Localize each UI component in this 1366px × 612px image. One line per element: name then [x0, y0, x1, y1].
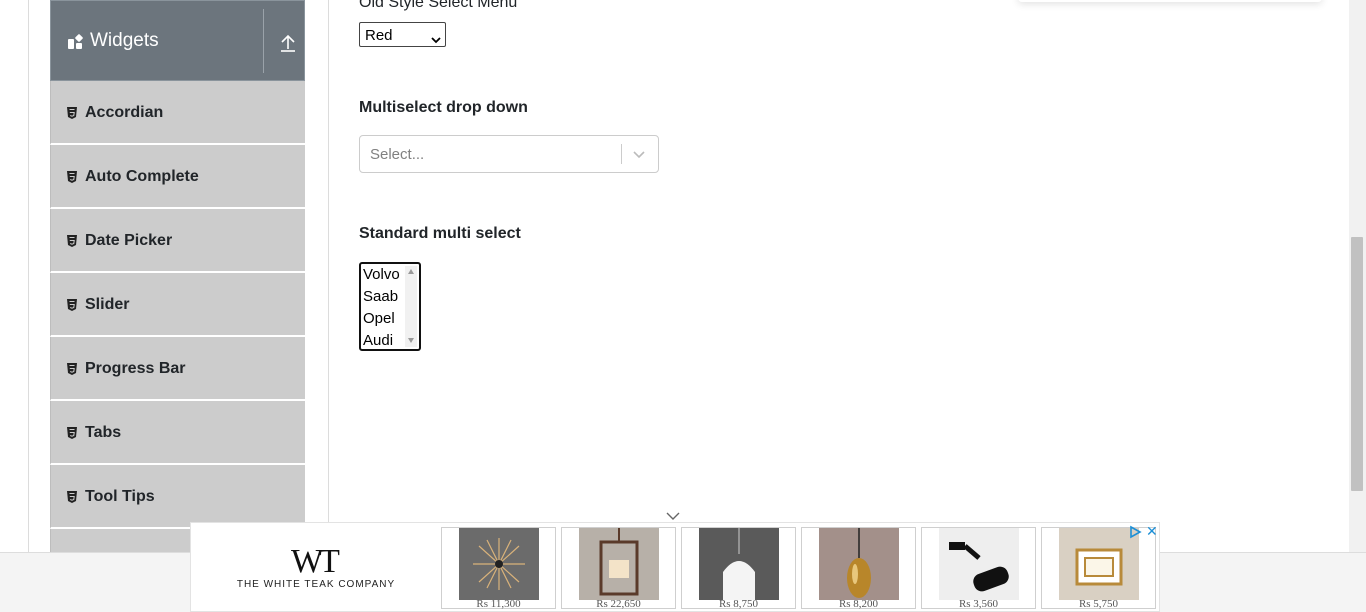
- page-scroll-thumb[interactable]: [1351, 237, 1363, 491]
- ad-product[interactable]: Rs 8,750: [681, 527, 796, 610]
- page-scrollbar[interactable]: [1349, 0, 1366, 552]
- sidebar-item-label: Accordian: [85, 104, 164, 121]
- product-image: [699, 528, 779, 600]
- layout-left-border: [28, 0, 29, 552]
- html5-icon: [67, 170, 77, 183]
- adchoices-icon[interactable]: [1128, 525, 1142, 539]
- ad-product[interactable]: Rs 5,750: [1041, 527, 1156, 610]
- ad-brand-logo[interactable]: WT THE WHITE TEAK COMPANY: [191, 523, 441, 611]
- html5-icon: [67, 298, 77, 311]
- chevron-down-icon[interactable]: [666, 508, 680, 520]
- sidebar-item-auto-complete[interactable]: Auto Complete: [50, 145, 305, 209]
- standard-multi-select-label: Standard multi select: [359, 225, 521, 242]
- ad-product[interactable]: Rs 8,200: [801, 527, 916, 610]
- ad-product[interactable]: Rs 22,650: [561, 527, 676, 610]
- product-price: Rs 11,300: [476, 598, 521, 610]
- multiselect-placeholder: Select...: [370, 146, 425, 163]
- sidebar: Widgets Accordian Auto Complete Date Pic…: [50, 0, 305, 593]
- brand-mark: WT: [291, 543, 340, 580]
- old-select-label: Old Style Select Menu: [359, 0, 518, 11]
- product-price: Rs 5,750: [1078, 598, 1119, 610]
- product-price: Rs 22,650: [596, 598, 641, 610]
- listbox-option[interactable]: Audi: [363, 332, 393, 349]
- standard-multi-select[interactable]: Volvo Saab Opel Audi: [359, 262, 421, 351]
- ad-banner[interactable]: WT THE WHITE TEAK COMPANY Rs 11,300 Rs 2…: [190, 522, 1160, 612]
- scroll-down-arrow-icon[interactable]: [408, 338, 414, 343]
- sidebar-item-progress-bar[interactable]: Progress Bar: [50, 337, 305, 401]
- html5-icon: [67, 106, 77, 119]
- sidebar-item-label: Date Picker: [85, 232, 173, 249]
- sidebar-item-label: Auto Complete: [85, 168, 199, 185]
- listbox-option[interactable]: Opel: [363, 310, 395, 327]
- ad-product[interactable]: Rs 3,560: [921, 527, 1036, 610]
- html5-icon: [67, 426, 77, 439]
- page: Widgets Accordian Auto Complete Date Pic…: [0, 0, 1366, 612]
- sidebar-group-widgets[interactable]: Widgets: [50, 0, 305, 81]
- listbox-option[interactable]: Saab: [363, 288, 398, 305]
- html5-icon: [67, 234, 77, 247]
- old-select-value: Red: [365, 27, 393, 44]
- product-image: [1059, 528, 1139, 600]
- indicator-separator: [621, 144, 622, 164]
- product-image: [459, 528, 539, 600]
- html5-icon: [67, 490, 77, 503]
- floating-card-edge: [1018, 0, 1322, 2]
- close-icon[interactable]: ✕: [1146, 524, 1158, 538]
- html5-icon: [67, 362, 77, 375]
- product-image: [579, 528, 659, 600]
- group-divider: [263, 9, 264, 73]
- sidebar-item-date-picker[interactable]: Date Picker: [50, 209, 305, 273]
- sidebar-item-slider[interactable]: Slider: [50, 273, 305, 337]
- ad-product[interactable]: Rs 11,300: [441, 527, 556, 610]
- sidebar-item-label: Progress Bar: [85, 360, 186, 377]
- product-image: [819, 528, 899, 600]
- chevron-down-icon[interactable]: [632, 147, 646, 161]
- listbox-scrollbar[interactable]: [405, 266, 417, 347]
- sidebar-group-title: Widgets: [90, 30, 159, 51]
- widgets-grid-icon: [68, 33, 84, 49]
- sidebar-item-label: Slider: [85, 296, 130, 313]
- product-price: Rs 8,200: [838, 598, 879, 610]
- product-price: Rs 8,750: [718, 598, 759, 610]
- layout-content-border: [328, 0, 329, 552]
- sidebar-item-tool-tips[interactable]: Tool Tips: [50, 465, 305, 529]
- product-price: Rs 3,560: [958, 598, 999, 610]
- product-image: [939, 528, 1019, 600]
- multiselect-dropdown[interactable]: Select...: [359, 135, 659, 173]
- scroll-up-arrow-icon[interactable]: [408, 269, 414, 274]
- sidebar-item-label: Tabs: [85, 424, 122, 441]
- multiselect-dropdown-label: Multiselect drop down: [359, 99, 528, 116]
- sidebar-item-tabs[interactable]: Tabs: [50, 401, 305, 465]
- listbox-option[interactable]: Volvo: [363, 266, 400, 283]
- sidebar-item-label: Tool Tips: [85, 488, 155, 505]
- old-style-select[interactable]: Red: [359, 22, 446, 47]
- collapse-up-arrow-icon[interactable]: [277, 31, 299, 55]
- brand-name: THE WHITE TEAK COMPANY: [236, 579, 396, 590]
- sidebar-item-accordian[interactable]: Accordian: [50, 81, 305, 145]
- chevron-down-icon: [431, 31, 441, 44]
